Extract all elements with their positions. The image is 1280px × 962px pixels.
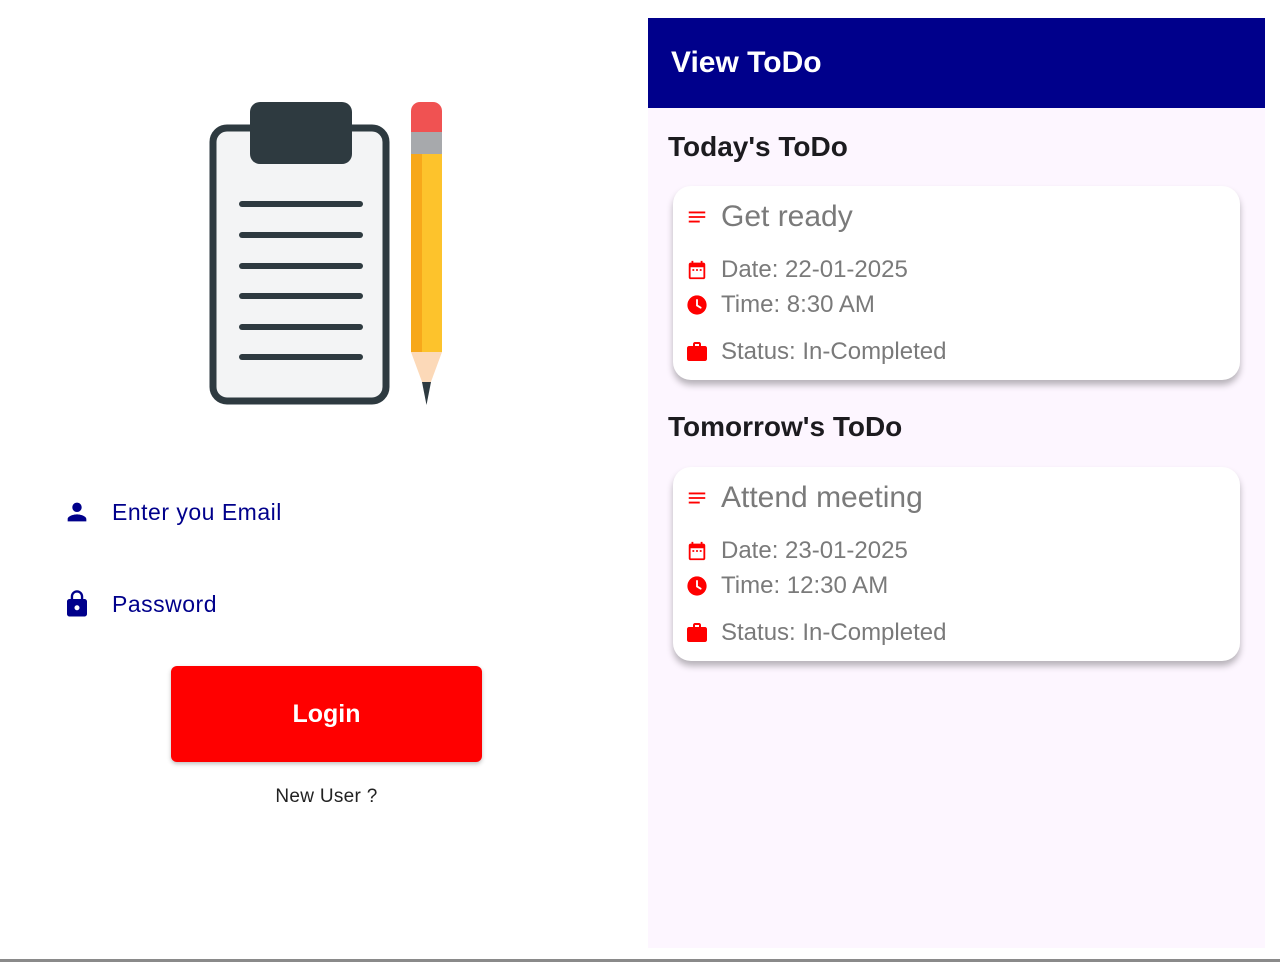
- app-bar-title: View ToDo: [671, 46, 822, 79]
- todo-title: Attend meeting: [721, 481, 923, 514]
- login-button[interactable]: Login: [171, 666, 482, 762]
- todo-title-row: Attend meeting: [685, 481, 923, 515]
- password-field: [60, 580, 620, 628]
- clock-icon: [685, 293, 709, 317]
- todo-date-row: Date: 22-01-2025: [685, 256, 908, 284]
- todo-time-row: Time: 12:30 AM: [685, 572, 888, 600]
- todo-card[interactable]: Attend meeting Date: 23-01-2025 Time: 12…: [673, 467, 1240, 661]
- calendar-icon: [685, 539, 709, 563]
- app-bar: View ToDo: [648, 18, 1265, 108]
- email-field: [60, 488, 620, 536]
- person-icon: [60, 495, 94, 529]
- todo-time-row: Time: 8:30 AM: [685, 291, 875, 319]
- section-heading-today: Today's ToDo: [668, 131, 848, 162]
- page: Login New User ? View ToDo Today's ToDo …: [0, 0, 1280, 962]
- clipboard-pencil-icon: [209, 102, 442, 405]
- lock-icon: [60, 587, 94, 621]
- password-input[interactable]: [112, 590, 592, 618]
- todo-status: Status: In-Completed: [721, 619, 947, 646]
- calendar-icon: [685, 258, 709, 282]
- briefcase-icon: [685, 340, 709, 364]
- todo-card[interactable]: Get ready Date: 22-01-2025 Time: 8:30 AM…: [673, 186, 1240, 380]
- clock-icon: [685, 574, 709, 598]
- notes-icon: [685, 486, 709, 510]
- todo-time: Time: 12:30 AM: [721, 572, 889, 599]
- todo-date: Date: 22-01-2025: [721, 256, 908, 283]
- briefcase-icon: [685, 621, 709, 645]
- todo-date-row: Date: 23-01-2025: [685, 537, 908, 565]
- todo-status-row: Status: In-Completed: [685, 338, 946, 366]
- login-screen: Login New User ?: [0, 0, 648, 960]
- todo-title: Get ready: [721, 200, 853, 233]
- notes-icon: [685, 205, 709, 229]
- view-todo-screen: View ToDo Today's ToDo Get ready Date: 2…: [648, 18, 1265, 948]
- todo-status: Status: In-Completed: [721, 338, 947, 365]
- email-input[interactable]: [112, 498, 592, 526]
- section-heading-tomorrow: Tomorrow's ToDo: [668, 411, 903, 442]
- todo-title-row: Get ready: [685, 200, 853, 234]
- todo-date: Date: 23-01-2025: [721, 537, 908, 564]
- todo-status-row: Status: In-Completed: [685, 619, 946, 647]
- todo-time: Time: 8:30 AM: [721, 291, 875, 318]
- new-user-link[interactable]: New User ?: [171, 786, 482, 808]
